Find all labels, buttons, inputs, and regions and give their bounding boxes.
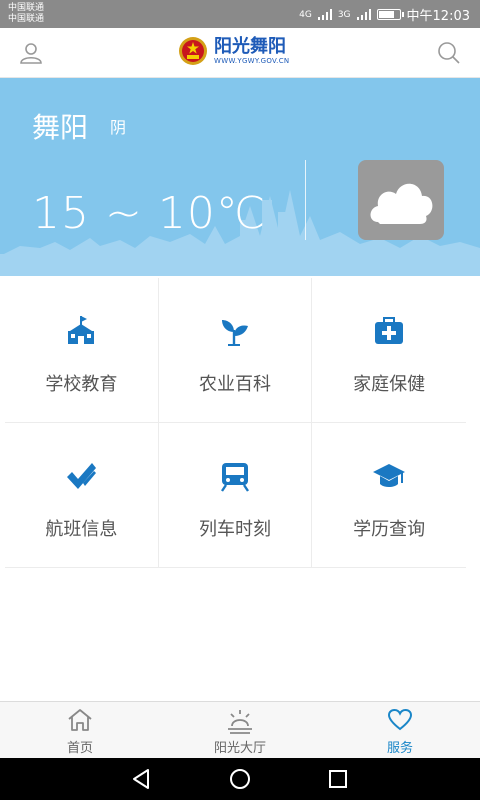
- tab-services[interactable]: 服务: [320, 702, 480, 758]
- service-label: 农业百科: [199, 374, 271, 395]
- cloud-icon: [370, 183, 433, 224]
- national-emblem-icon: [179, 37, 207, 65]
- home-button-icon[interactable]: [229, 768, 251, 790]
- signal-icon: [317, 9, 332, 20]
- weather-temperature: 15 ~ 10℃: [32, 188, 267, 239]
- status-bar: 中国联通 中国联通 4G 3G 中午12:03: [0, 0, 480, 28]
- weather-city: 舞阳: [32, 111, 89, 144]
- signal-2-label: 3G: [337, 9, 351, 20]
- service-agriculture[interactable]: 农业百科: [159, 278, 313, 422]
- carrier-1: 中国联通: [8, 3, 45, 13]
- tab-label: 阳光大厅: [213, 741, 266, 756]
- services-grid: 学校教育 农业百科 家庭保健 航班信息 列车时刻 学历查询: [5, 278, 466, 568]
- heart-icon: [387, 708, 413, 731]
- signal-icon: [356, 9, 371, 20]
- carrier-2: 中国联通: [8, 14, 45, 24]
- weather-condition-box: [358, 160, 444, 240]
- home-icon: [68, 709, 92, 731]
- bottom-tab-bar: 首页 阳光大厅 服务: [0, 701, 480, 758]
- service-label: 航班信息: [45, 519, 118, 540]
- service-school-education[interactable]: 学校教育: [5, 278, 159, 422]
- brand-url: WWW.YGWY.GOV.CN: [214, 57, 290, 65]
- weather-condition: 阴: [110, 118, 127, 137]
- sunrise-icon: [228, 710, 252, 734]
- weather-banner[interactable]: 舞阳 阴 15 ~ 10℃: [0, 78, 480, 276]
- graduation-cap-icon: [373, 464, 406, 487]
- medical-kit-icon: [375, 317, 404, 344]
- weather-divider: [305, 160, 306, 240]
- service-train-schedule[interactable]: 列车时刻: [159, 423, 313, 567]
- service-label: 列车时刻: [199, 519, 271, 540]
- service-label: 学历查询: [353, 519, 426, 540]
- tab-home[interactable]: 首页: [0, 702, 160, 758]
- service-flight-info[interactable]: 航班信息: [5, 423, 159, 567]
- tab-label: 服务: [386, 741, 413, 756]
- user-icon[interactable]: [18, 40, 44, 66]
- status-indicators: 4G 3G 中午12:03: [299, 5, 470, 24]
- service-education-query[interactable]: 学历查询: [312, 423, 466, 567]
- service-family-health[interactable]: 家庭保健: [312, 278, 466, 422]
- back-icon[interactable]: [130, 768, 152, 790]
- system-navigation-bar: [0, 758, 480, 800]
- search-icon[interactable]: [436, 40, 462, 66]
- signal-1-label: 4G: [299, 9, 312, 20]
- check-icon: [67, 463, 97, 489]
- school-icon: [68, 316, 95, 344]
- app-header: 阳光舞阳 WWW.YGWY.GOV.CN: [0, 28, 480, 78]
- services-row: 航班信息 列车时刻 学历查询: [5, 423, 466, 568]
- tab-sunshine-hall[interactable]: 阳光大厅: [160, 702, 320, 758]
- status-time: 中午12:03: [406, 9, 470, 24]
- sprout-icon: [222, 320, 248, 346]
- service-label: 学校教育: [45, 374, 118, 395]
- tab-label: 首页: [66, 741, 93, 756]
- brand-title: 阳光舞阳: [214, 36, 286, 57]
- services-row: 学校教育 农业百科 家庭保健: [5, 278, 466, 423]
- battery-icon: [376, 9, 404, 20]
- brand-logo: 阳光舞阳 WWW.YGWY.GOV.CN: [178, 36, 289, 66]
- service-label: 家庭保健: [353, 374, 426, 395]
- train-icon: [221, 463, 249, 492]
- recent-apps-icon[interactable]: [327, 768, 349, 790]
- carrier-labels: 中国联通 中国联通: [8, 3, 44, 25]
